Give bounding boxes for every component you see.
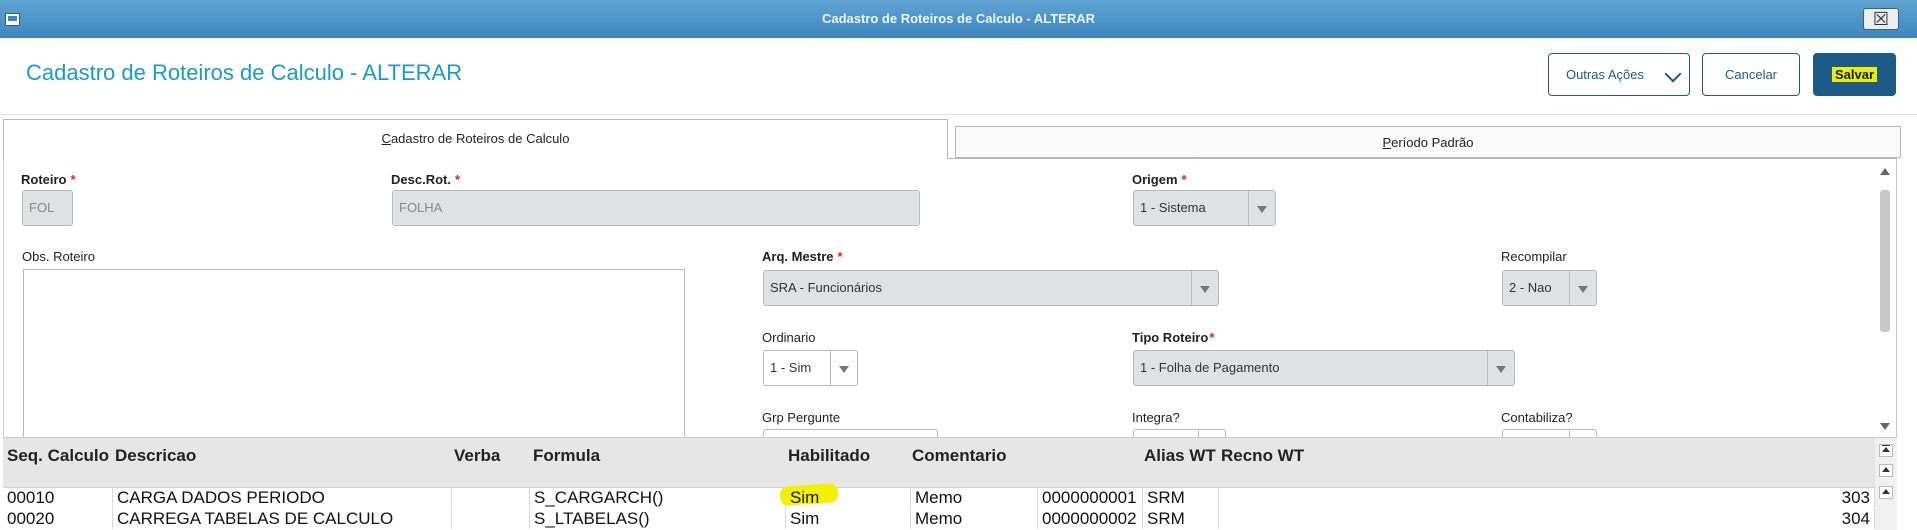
chevron-down-icon[interactable] <box>1198 430 1225 437</box>
grp-pergunte-field[interactable] <box>763 429 938 437</box>
cell-comentario: Memo <box>911 488 1038 508</box>
chevron-down-icon[interactable] <box>1191 271 1218 305</box>
grid-navigation <box>1875 438 1897 530</box>
tab-accesskey: P <box>1382 135 1392 150</box>
cell-formula: S_CARGARCH() <box>530 488 786 508</box>
chevron-down-icon[interactable] <box>1569 430 1596 437</box>
desc-rot-field[interactable]: FOLHA <box>392 190 920 226</box>
cell-habilitado: Sim <box>786 488 911 508</box>
obs-roteiro-label: Obs. Roteiro <box>22 249 95 264</box>
save-button[interactable]: Salvar <box>1813 53 1896 96</box>
tipo-roteiro-select[interactable]: 1 - Folha de Pagamento <box>1133 350 1515 386</box>
column-header-formula[interactable]: Formula <box>533 446 600 466</box>
integra-label: Integra? <box>1132 410 1180 425</box>
cell-descricao: CARGA DADOS PERIODO <box>113 488 452 508</box>
contabiliza-select[interactable] <box>1502 429 1597 437</box>
tab-label: adastro de Roteiros de Calculo <box>390 131 570 146</box>
ordinario-label: Ordinario <box>762 330 816 345</box>
window-title: Cadastro de Roteiros de Calculo - ALTERA… <box>821 11 1096 26</box>
cell-recno: 303 <box>1219 488 1875 508</box>
cell-habilitado: Sim <box>786 509 911 529</box>
form-panel: Roteiro * FOL Desc.Rot. * FOLHA Origem * 1 … <box>3 158 1897 438</box>
cell-verba <box>452 488 530 508</box>
tipo-roteiro-label: Tipo Roteiro* <box>1132 330 1215 345</box>
obs-roteiro-textarea[interactable] <box>23 269 685 437</box>
chevron-down-icon[interactable] <box>1569 271 1596 305</box>
tab-cadastro-roteiros[interactable]: Cadastro de Roteiros de Calculo <box>3 119 948 159</box>
column-header-recno[interactable]: Recno WT <box>1221 446 1304 466</box>
column-header-verba[interactable]: Verba <box>454 446 500 466</box>
table-row[interactable]: 00020 CARREGA TABELAS DE CALCULO S_LTABE… <box>3 509 1875 529</box>
roteiro-field[interactable]: FOL <box>22 190 73 226</box>
cell-comentario: Memo <box>911 509 1038 529</box>
cell-seq: 00020 <box>3 509 113 529</box>
cell-alias: SRM <box>1143 488 1219 508</box>
chevron-down-icon[interactable] <box>1248 191 1275 225</box>
scroll-to-top-icon[interactable] <box>1879 444 1893 457</box>
page-title: Cadastro de Roteiros de Calculo - ALTERA… <box>26 60 463 85</box>
roteiro-label: Roteiro * <box>21 172 76 187</box>
column-header-seq[interactable]: Seq. Calculo <box>7 446 109 466</box>
column-header-descricao[interactable]: Descricao <box>115 446 196 466</box>
origem-select[interactable]: 1 - Sistema <box>1133 190 1276 226</box>
scroll-thumb[interactable] <box>1880 190 1890 332</box>
outras-acoes-button[interactable]: Outras Ações <box>1548 53 1690 96</box>
origem-label: Origem * <box>1132 172 1187 187</box>
integra-select[interactable] <box>1133 429 1226 437</box>
tab-accesskey: C <box>381 131 391 146</box>
cell-seq: 00010 <box>3 488 113 508</box>
chevron-down-icon[interactable] <box>830 351 857 385</box>
desc-rot-label: Desc.Rot. * <box>391 172 461 187</box>
grid-header: Seq. Calculo Descricao Verba Formula Hab… <box>3 438 1875 488</box>
table-row[interactable]: 00010 CARGA DADOS PERIODO S_CARGARCH() S… <box>3 488 1875 508</box>
cell-recno: 304 <box>1219 509 1875 529</box>
grp-pergunte-label: Grp Pergunte <box>762 410 841 425</box>
recompilar-label: Recompilar <box>1501 249 1567 264</box>
cell-id: 0000000002 <box>1038 509 1143 529</box>
column-header-alias[interactable]: Alias WT <box>1144 446 1216 466</box>
page-header: Cadastro de Roteiros de Calculo - ALTERA… <box>0 38 1917 115</box>
form-scrollbar[interactable] <box>1876 162 1893 434</box>
scroll-up-icon[interactable] <box>1880 168 1890 175</box>
scroll-up-icon[interactable] <box>1879 486 1893 499</box>
ordinario-select[interactable]: 1 - Sim <box>763 350 858 386</box>
chevron-down-icon <box>1664 65 1682 83</box>
arq-mestre-label: Arq. Mestre * <box>762 249 843 264</box>
scroll-down-icon[interactable] <box>1880 423 1890 430</box>
chevron-down-icon[interactable] <box>1487 351 1514 385</box>
column-header-habilitado[interactable]: Habilitado <box>788 446 870 466</box>
close-window-button[interactable]: ☒ <box>1863 8 1899 30</box>
cell-descricao: CARREGA TABELAS DE CALCULO <box>113 509 452 529</box>
column-header-comentario[interactable]: Comentario <box>912 446 1006 466</box>
cell-formula: S_LTABELAS() <box>530 509 786 529</box>
tab-periodo-padrao[interactable]: Período Padrão <box>955 126 1901 158</box>
page-up-icon[interactable] <box>1879 464 1893 477</box>
title-bar: Cadastro de Roteiros de Calculo - ALTERA… <box>0 0 1917 38</box>
tab-label: eríodo Padrão <box>1391 135 1474 150</box>
cell-alias: SRM <box>1143 509 1219 529</box>
contabiliza-label: Contabiliza? <box>1501 410 1573 425</box>
cell-verba <box>452 509 530 529</box>
outras-acoes-label: Outras Ações <box>1565 67 1645 82</box>
cancel-button[interactable]: Cancelar <box>1702 53 1800 96</box>
highlighted-value: Sim <box>790 488 820 507</box>
dialog-window: Cadastro de Roteiros de Calculo - ALTERA… <box>0 0 1917 530</box>
arq-mestre-select[interactable]: SRA - Funcionários <box>763 270 1219 306</box>
recompilar-select[interactable]: 2 - Nao <box>1502 270 1597 306</box>
roteiro-grid: Seq. Calculo Descricao Verba Formula Hab… <box>3 438 1897 530</box>
cell-id: 0000000001 <box>1038 488 1143 508</box>
save-label: Salvar <box>1831 67 1878 82</box>
